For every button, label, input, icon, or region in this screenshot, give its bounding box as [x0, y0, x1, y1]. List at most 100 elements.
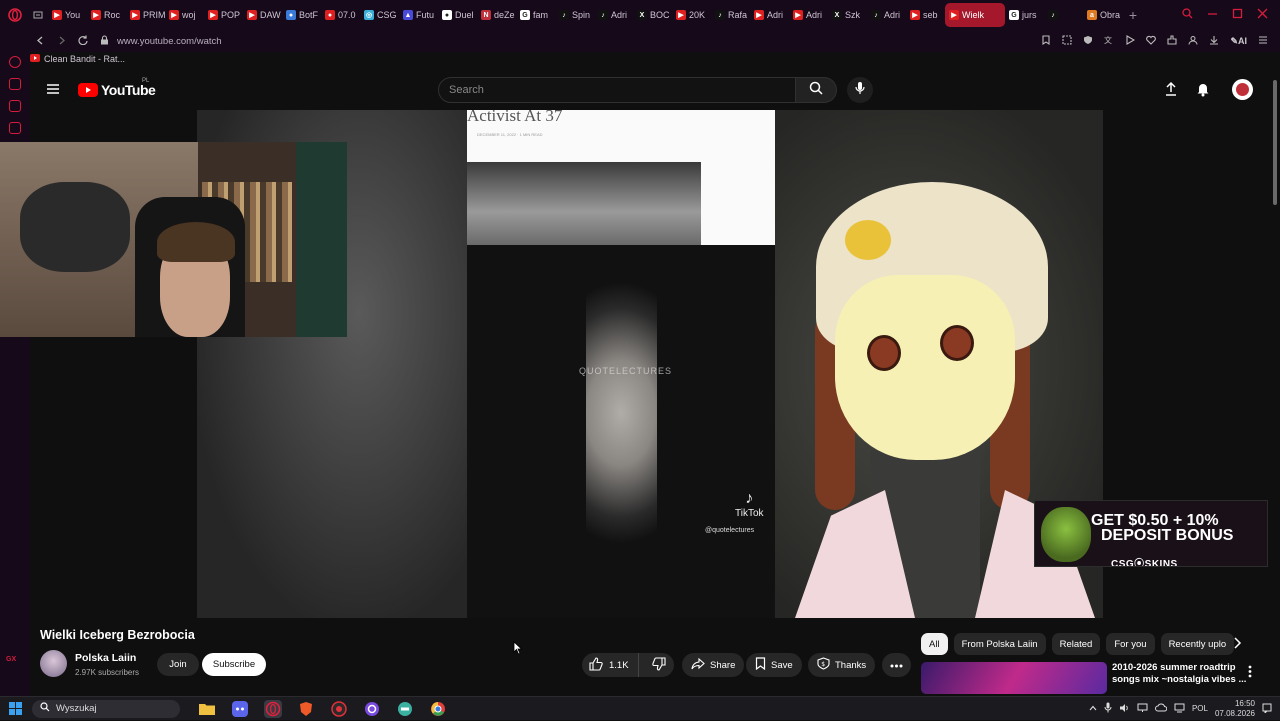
channel-avatar[interactable] — [40, 650, 67, 677]
filter-chip[interactable]: For you — [1106, 633, 1155, 655]
chevron-right-icon[interactable] — [1232, 636, 1242, 655]
ai-icon[interactable]: ✎AI — [1230, 36, 1247, 47]
more-vertical-icon[interactable] — [1248, 665, 1252, 683]
browser-tab[interactable]: ▶ You — [48, 3, 87, 27]
translate-icon[interactable]: 文 — [1104, 32, 1114, 50]
voice-search-button[interactable] — [847, 77, 873, 103]
windows-start-icon[interactable] — [0, 697, 30, 721]
app-game-icon[interactable] — [396, 700, 414, 718]
shield-icon[interactable] — [1083, 32, 1093, 50]
snapshot-icon[interactable] — [1062, 32, 1073, 50]
browser-tab[interactable]: ▶ PRIM — [126, 3, 165, 27]
browser-tab[interactable]: ▶ Adri — [789, 3, 828, 27]
browser-tab[interactable]: ♪ Rafa — [711, 3, 750, 27]
related-video-title[interactable]: 2010-2026 summer roadtrip songs mix ~nos… — [1112, 662, 1247, 686]
opera-logo-icon[interactable] — [0, 0, 30, 30]
minimize-icon[interactable] — [1207, 6, 1218, 24]
tray-mic-icon[interactable] — [1104, 702, 1112, 715]
browser-tab[interactable]: ▲ Futu — [399, 3, 438, 27]
bookmark-item[interactable]: Clean Bandit - Rat... — [44, 54, 125, 64]
extensions-icon[interactable] — [1167, 32, 1178, 50]
reload-icon[interactable] — [78, 32, 88, 50]
taskbar-clock[interactable]: 16:50 07.08.2026 — [1215, 699, 1255, 719]
join-button[interactable]: Join — [157, 653, 199, 676]
filter-chip[interactable]: Recently uplo — [1160, 633, 1235, 655]
filter-chip[interactable]: Related — [1051, 633, 1101, 655]
dislike-button[interactable] — [644, 653, 674, 677]
brave-icon[interactable] — [297, 700, 315, 718]
opera-gx-taskbar-icon[interactable] — [264, 699, 282, 718]
browser-tab[interactable]: ▶ Roc — [87, 3, 126, 27]
browser-tab[interactable]: ● BotF — [282, 3, 321, 27]
browser-tab[interactable]: X BOC — [633, 3, 672, 27]
maximize-icon[interactable] — [1232, 6, 1243, 24]
save-button[interactable]: Save — [746, 653, 802, 677]
tray-language[interactable]: POL — [1192, 704, 1208, 713]
browser-tab[interactable]: ▶ 20K — [672, 3, 711, 27]
browser-tab[interactable]: ▶ seb — [906, 3, 945, 27]
thanks-button[interactable]: $ Thanks — [808, 653, 876, 677]
search-button[interactable] — [796, 77, 837, 103]
browser-tab[interactable]: ● 07.0 — [321, 3, 360, 27]
filter-chip[interactable]: From Polska Laiin — [953, 633, 1046, 655]
share-button[interactable]: Share — [682, 653, 745, 677]
page-scrollbar[interactable] — [1270, 70, 1280, 696]
more-actions-button[interactable] — [882, 653, 911, 677]
search-input[interactable] — [439, 78, 795, 102]
browser-tab[interactable]: ▶ Wielk — [945, 3, 1005, 27]
tray-volume-icon[interactable] — [1119, 703, 1130, 715]
close-icon[interactable] — [1257, 6, 1268, 24]
file-explorer-icon[interactable] — [198, 700, 216, 718]
sidebar-gx-icon[interactable] — [9, 78, 21, 90]
tab-search-icon[interactable] — [30, 10, 46, 20]
browser-tab[interactable]: ♪ Adri — [594, 3, 633, 27]
browser-tab[interactable]: NdeZe — [477, 3, 516, 27]
play-icon[interactable] — [1125, 32, 1136, 50]
ad-banner[interactable]: GET $0.50 + 10% DEPOSIT BONUS CSG⦿SKINS — [1034, 500, 1268, 567]
browser-tab[interactable]: ◎ CSG — [360, 3, 399, 27]
url-field[interactable]: www.youtube.com/watch — [117, 36, 222, 47]
user-avatar[interactable] — [1232, 79, 1253, 100]
browser-tab[interactable]: ♪ Spin — [555, 3, 594, 27]
hamburger-menu-icon[interactable] — [46, 82, 60, 101]
tray-chevron-up-icon[interactable] — [1089, 704, 1097, 713]
app-purple-icon[interactable] — [363, 700, 381, 718]
browser-tab[interactable]: ♪ — [1044, 3, 1083, 27]
browser-tab[interactable]: ● Duel — [438, 3, 477, 27]
youtube-logo[interactable]: YouTube — [78, 82, 156, 98]
account-icon[interactable] — [1188, 32, 1198, 50]
browser-tab[interactable]: X Szk — [828, 3, 867, 27]
discord-icon[interactable] — [231, 700, 249, 718]
back-icon[interactable] — [36, 32, 45, 50]
browser-tab[interactable]: ♪ Adri — [867, 3, 906, 27]
browser-tab[interactable]: Gjurs — [1005, 3, 1044, 27]
app-red-circle-icon[interactable] — [330, 700, 348, 718]
notification-center-icon[interactable] — [1262, 703, 1272, 715]
browser-tab[interactable]: ▶ Adri — [750, 3, 789, 27]
browser-tab[interactable]: a Obra — [1083, 3, 1122, 27]
sidebar-gx-label[interactable]: GX — [6, 656, 16, 663]
browser-tab[interactable]: ▶ DAW — [243, 3, 282, 27]
download-icon[interactable] — [1209, 32, 1219, 50]
browser-tab[interactable]: Gfam — [516, 3, 555, 27]
related-video-thumbnail[interactable] — [921, 662, 1107, 694]
like-button[interactable]: 1.1K — [582, 653, 639, 677]
notifications-bell-icon[interactable] — [1196, 81, 1210, 102]
chrome-icon[interactable] — [429, 700, 447, 718]
bookmark-icon[interactable] — [1041, 32, 1051, 50]
browser-tab[interactable]: ▶ POP — [204, 3, 243, 27]
tray-display-icon[interactable] — [1137, 703, 1148, 715]
menu-icon[interactable] — [1258, 32, 1268, 50]
sidebar-twitch-icon[interactable] — [9, 122, 21, 134]
upload-icon[interactable] — [1164, 81, 1178, 102]
new-tab-button[interactable]: + — [1124, 7, 1142, 23]
sidebar-speed-dial-icon[interactable] — [9, 56, 21, 68]
channel-name[interactable]: Polska Laiin — [75, 652, 136, 664]
filter-chip[interactable]: All — [921, 633, 948, 655]
lock-icon[interactable] — [100, 32, 109, 50]
subscribe-button[interactable]: Subscribe — [202, 653, 266, 676]
tray-network-icon[interactable] — [1174, 703, 1185, 715]
tray-cloud-icon[interactable] — [1154, 703, 1168, 714]
browser-tab[interactable]: ▶ woj — [165, 3, 204, 27]
heart-icon[interactable] — [1146, 32, 1157, 50]
